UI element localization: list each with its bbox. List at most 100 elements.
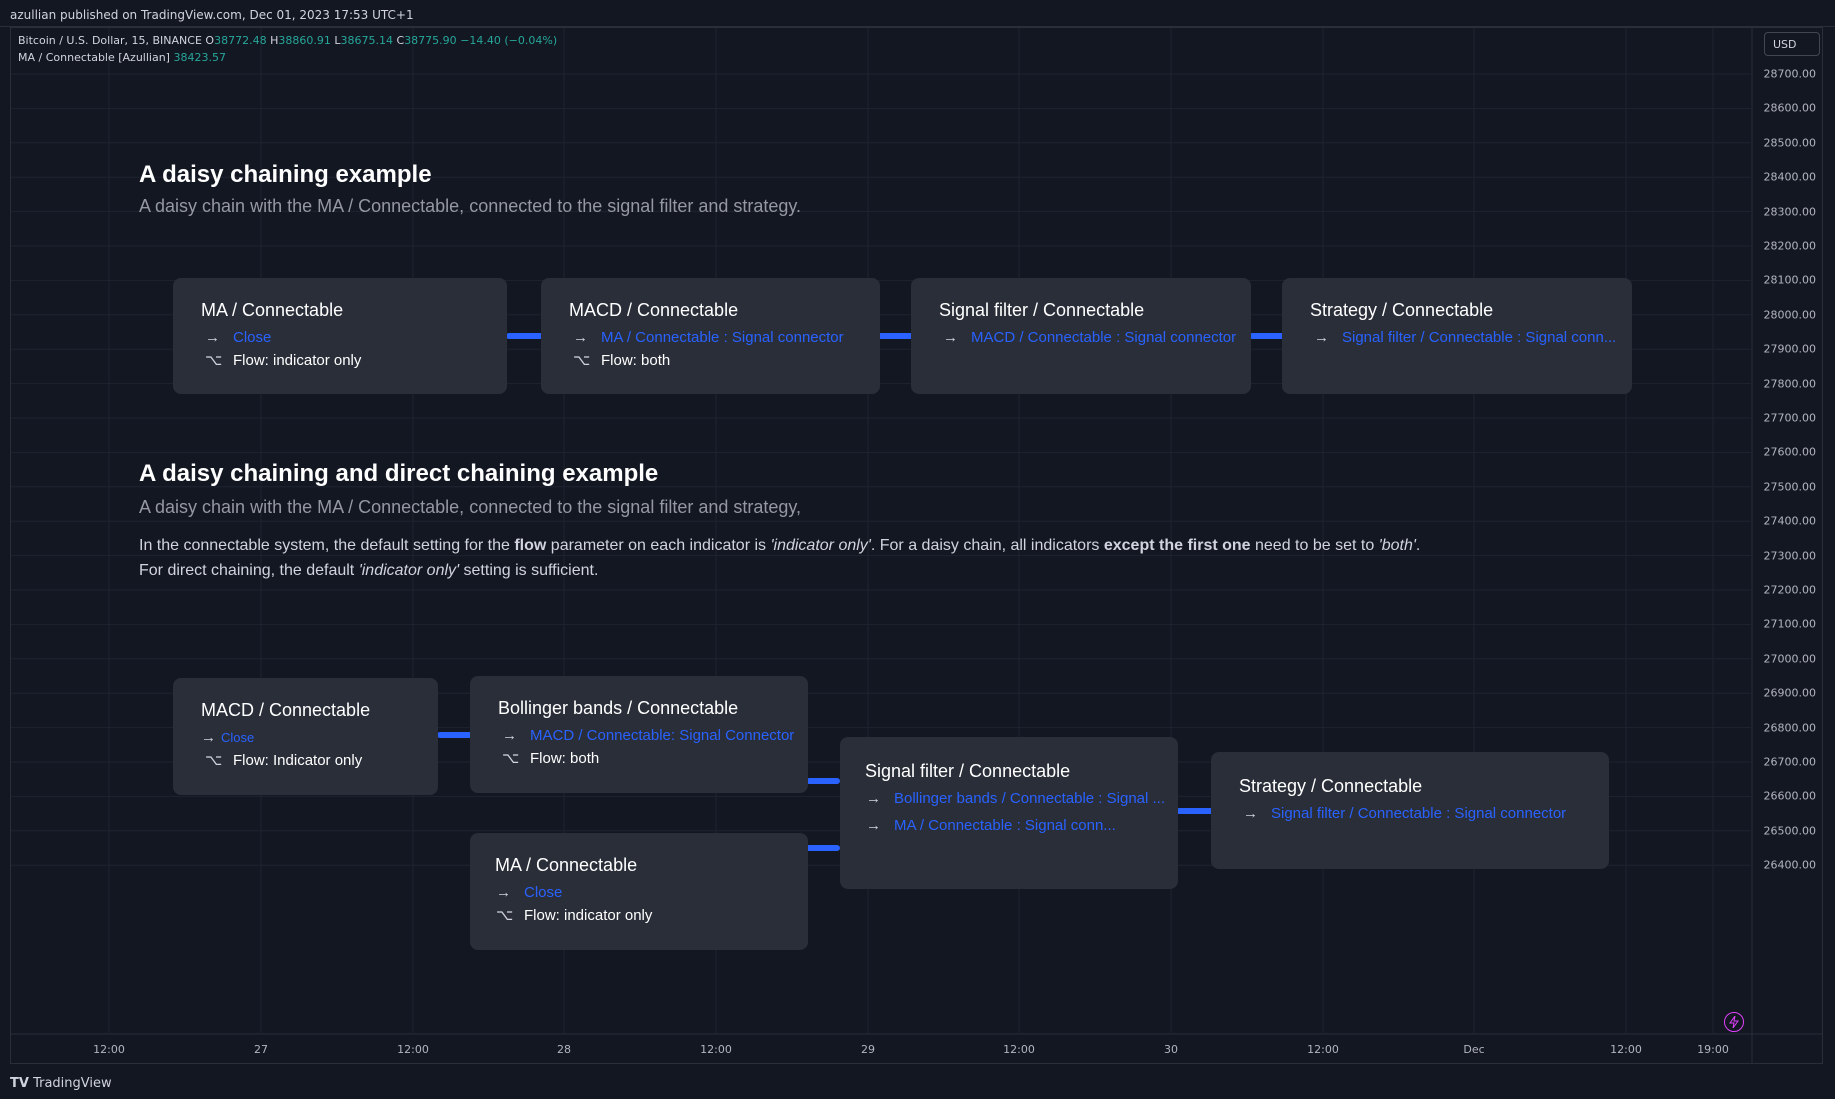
node-title: Signal filter / Connectable	[865, 761, 1071, 781]
flow-option-icon: ⌥	[496, 907, 514, 924]
time-tick-label: 12:00	[93, 1043, 125, 1056]
section2-subtitle: A daisy chain with the MA / Connectable,…	[139, 497, 802, 517]
node-title: MACD / Connectable	[569, 300, 739, 320]
time-tick-label: 27	[254, 1043, 268, 1056]
price-tick-label: 26700.00	[1763, 755, 1817, 769]
price-tick-label: 27900.00	[1763, 342, 1817, 356]
source-link[interactable]: MACD / Connectable: Signal Connector	[530, 727, 794, 744]
price-tick-label: 28000.00	[1763, 308, 1817, 322]
time-tick-label: 12:00	[1307, 1043, 1339, 1056]
source-link[interactable]: Close	[221, 730, 254, 745]
footer: TV TradingView	[0, 1065, 1835, 1099]
currency-button[interactable]: USD	[1764, 32, 1820, 56]
source-link[interactable]: Signal filter / Connectable : Signal con…	[1342, 329, 1616, 346]
price-tick-label: 28100.00	[1763, 273, 1817, 287]
arrow-right-icon: →	[205, 329, 220, 346]
node-signal-filter-connectable[interactable]: Signal filter / Connectable → Bollinger b…	[840, 737, 1178, 889]
section1-subtitle: A daisy chain with the MA / Connectable,…	[139, 196, 802, 216]
price-tick-label: 27200.00	[1763, 583, 1817, 597]
source-link[interactable]: MACD / Connectable : Signal connector	[971, 329, 1236, 346]
price-tick-label: 27800.00	[1763, 377, 1817, 391]
node-bollinger-connectable[interactable]: Bollinger bands / Connectable → MACD / Co…	[470, 676, 808, 793]
source-link[interactable]: MA / Connectable : Signal connector	[601, 329, 844, 346]
node-signal-filter-connectable[interactable]: Signal filter / Connectable → MACD / Conn…	[911, 278, 1251, 394]
flow-value: Flow: both	[601, 352, 671, 369]
node-source-row: → MACD / Connectable: Signal Connector	[502, 727, 794, 744]
node-strategy-connectable[interactable]: Strategy / Connectable → Signal filter / …	[1282, 278, 1632, 394]
arrow-right-icon: →	[201, 729, 216, 746]
node-source-row: → Signal filter / Connectable : Signal co…	[1243, 805, 1566, 822]
time-tick-label: 28	[557, 1043, 571, 1056]
arrow-right-icon: →	[943, 329, 958, 346]
arrow-right-icon: →	[496, 884, 511, 901]
node-strategy-connectable[interactable]: Strategy / Connectable → Signal filter / …	[1211, 752, 1609, 869]
arrow-right-icon: →	[866, 817, 881, 834]
price-tick-label: 27000.00	[1763, 652, 1817, 666]
connector-line	[1176, 808, 1216, 814]
price-tick-label: 27300.00	[1763, 549, 1817, 563]
price-tick-label: 28300.00	[1763, 205, 1817, 219]
arrow-right-icon: →	[1243, 805, 1258, 822]
connector-line	[806, 845, 840, 851]
flow-value: Flow: indicator only	[524, 907, 653, 924]
node-macd-connectable[interactable]: MACD / Connectable → MA / Connectable : S…	[541, 278, 880, 394]
publish-bar: azullian published on TradingView.com, D…	[0, 0, 1835, 27]
section2-title: A daisy chaining and direct chaining exa…	[139, 460, 659, 487]
price-tick-label: 26900.00	[1763, 686, 1817, 700]
time-tick-label: 19:00	[1697, 1043, 1729, 1056]
price-tick-label: 27400.00	[1763, 514, 1817, 528]
change-value: −14.40 (−0.04%)	[460, 34, 558, 47]
source-link[interactable]: Close	[524, 884, 562, 901]
node-flow-row: ⌥ Flow: Indicator only	[205, 751, 362, 769]
node-ma-connectable[interactable]: MA / Connectable → Close ⌥ Flow: indicator…	[470, 833, 808, 950]
price-tick-label: 28700.00	[1763, 67, 1817, 81]
node-source-row: → Bollinger bands / Connectable : Signal …	[866, 790, 1165, 807]
arrow-right-icon: →	[866, 790, 881, 807]
indicator-legend[interactable]: MA / Connectable [Azullian] 38423.57	[18, 51, 226, 64]
price-tick-label: 26800.00	[1763, 721, 1817, 735]
section2-paragraph-1: In the connectable system, the default s…	[139, 537, 1421, 554]
node-title: MA / Connectable	[201, 300, 344, 320]
low-value: 38675.14	[340, 34, 394, 47]
price-tick-label: 26500.00	[1763, 824, 1817, 838]
flow-option-icon: ⌥	[205, 752, 223, 769]
flow-value: Flow: indicator only	[233, 352, 362, 369]
time-tick-label: 12:00	[1610, 1043, 1642, 1056]
price-tick-label: 28600.00	[1763, 101, 1817, 115]
node-title: MA / Connectable	[495, 855, 638, 875]
node-title: Bollinger bands / Connectable	[498, 698, 739, 718]
chart-pane[interactable]: Bitcoin / U.S. Dollar, 15, BINANCE O3877…	[10, 27, 1823, 1064]
price-tick-label: 26400.00	[1763, 858, 1817, 872]
node-flow-row: ⌥ Flow: indicator only	[496, 906, 652, 924]
node-title: Strategy / Connectable	[1239, 776, 1423, 796]
flow-option-icon: ⌥	[573, 352, 591, 369]
footer-logo-text: TradingView	[33, 1076, 112, 1091]
close-value: 38775.90	[404, 34, 457, 47]
node-title: MACD / Connectable	[201, 700, 371, 720]
lightning-icon[interactable]	[1724, 1012, 1744, 1032]
publish-line: azullian published on TradingView.com, D…	[10, 8, 414, 22]
flow-value: Flow: Indicator only	[233, 752, 363, 769]
flow-option-icon: ⌥	[502, 750, 520, 767]
symbol-legend[interactable]: Bitcoin / U.S. Dollar, 15, BINANCE O3877…	[18, 34, 557, 47]
source-link[interactable]: Signal filter / Connectable : Signal con…	[1271, 805, 1566, 822]
arrow-right-icon: →	[1314, 329, 1329, 346]
source-link[interactable]: Close	[233, 329, 271, 346]
connector-line	[806, 778, 840, 784]
time-tick-label: Dec	[1463, 1043, 1485, 1056]
source-link[interactable]: Bollinger bands / Connectable : Signal .…	[894, 790, 1165, 807]
time-tick-label: 12:00	[397, 1043, 429, 1056]
open-value: 38772.48	[214, 34, 267, 47]
source-link[interactable]: MA / Connectable : Signal conn...	[894, 817, 1116, 834]
arrow-right-icon: →	[502, 727, 517, 744]
section1-title: A daisy chaining example	[139, 161, 432, 188]
node-source-row: → MACD / Connectable : Signal connector	[943, 329, 1236, 346]
node-macd-connectable[interactable]: MACD / Connectable → Close ⌥ Flow: Indicat…	[173, 678, 438, 795]
flow-option-icon: ⌥	[205, 352, 223, 369]
time-tick-label: 12:00	[700, 1043, 732, 1056]
node-title: Signal filter / Connectable	[939, 300, 1145, 320]
price-tick-label: 28200.00	[1763, 239, 1817, 253]
node-flow-row: ⌥ Flow: both	[573, 351, 670, 369]
tradingview-logo[interactable]: TV TradingView	[10, 1076, 112, 1091]
node-ma-connectable[interactable]: MA / Connectable → Close ⌥ Flow: indicator…	[173, 278, 507, 394]
